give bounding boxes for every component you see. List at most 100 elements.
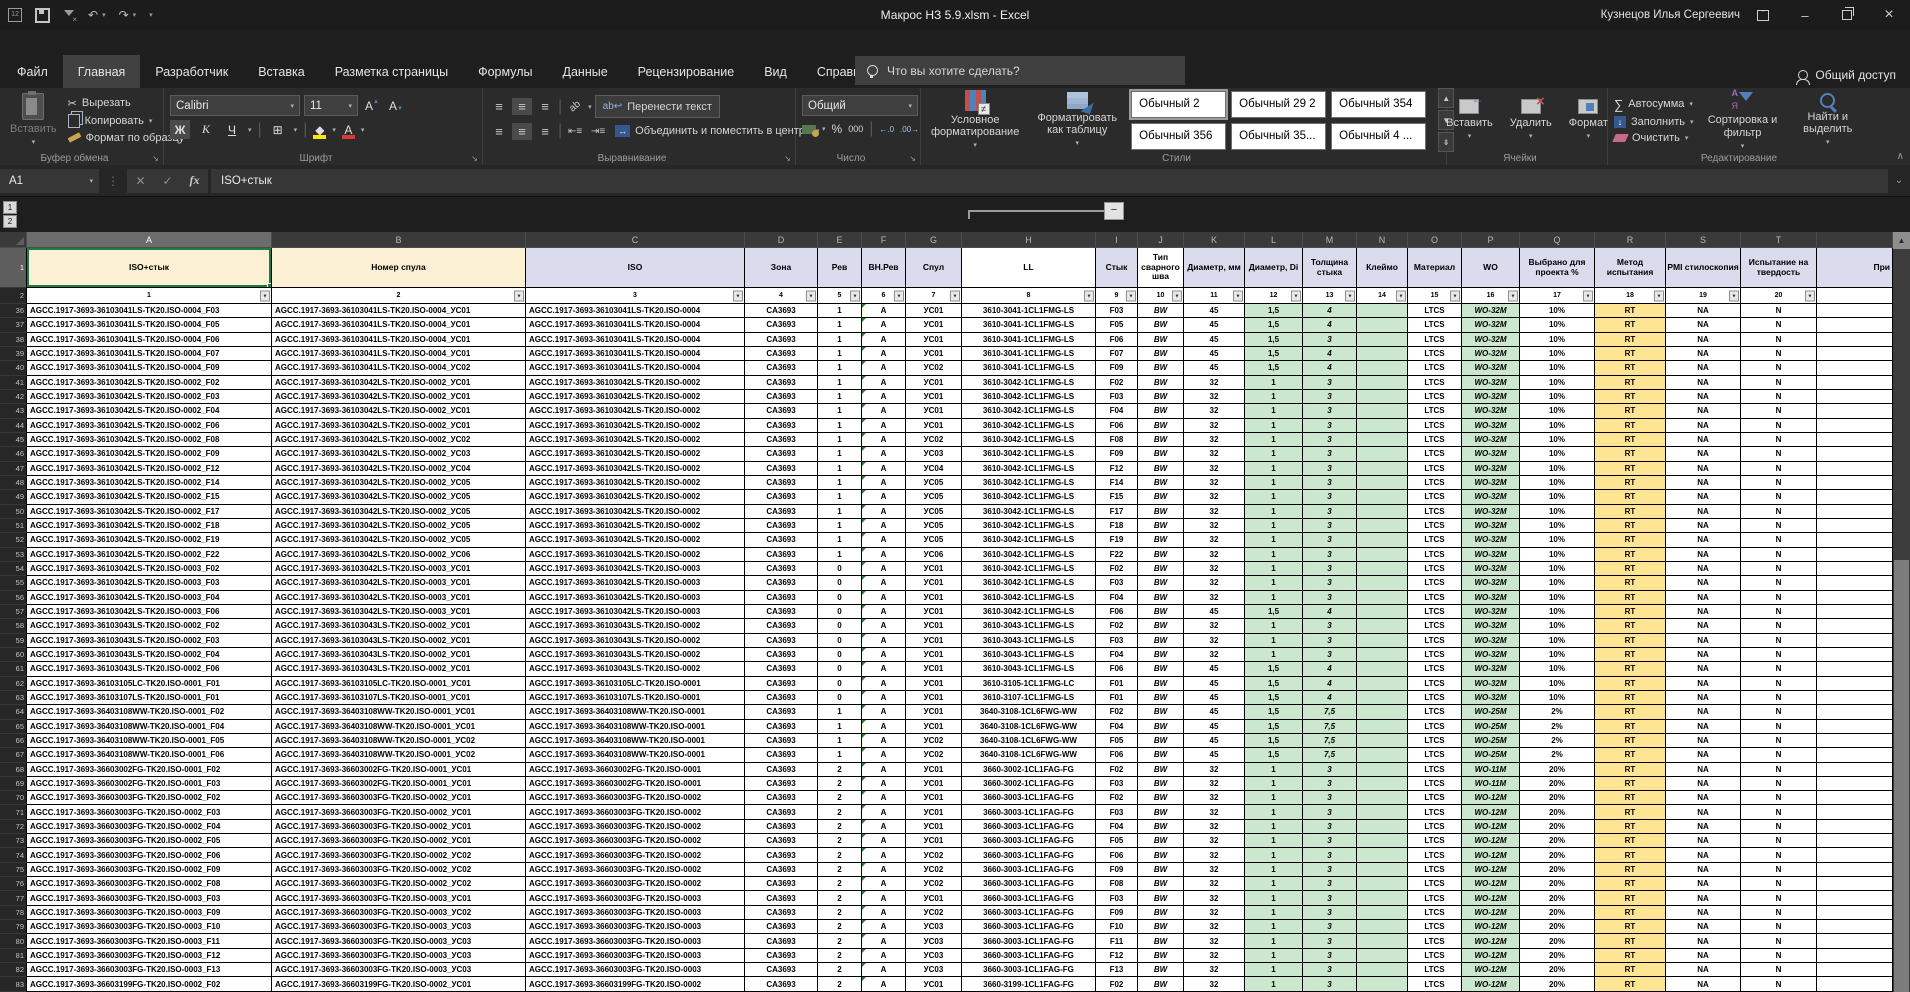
vertical-scrollbar[interactable]: ▲ [1893,232,1910,992]
cell[interactable]: А [862,634,906,648]
cell[interactable]: WO-32M [1462,505,1520,519]
cell[interactable]: N [1741,433,1817,447]
cancel-entry-icon[interactable]: ✕ [127,169,154,193]
cell[interactable]: А [862,548,906,562]
cell[interactable]: AGCC.1917-3693-36603003FG-TK20.ISO-0002 [526,791,745,805]
cell[interactable]: LTCS [1408,591,1462,605]
cell[interactable]: N [1741,934,1817,948]
cell[interactable]: 10% [1520,562,1595,576]
cell[interactable]: 3640-3108-1CL6FWG-WW [962,748,1096,762]
format-as-table-button[interactable]: Форматировать как таблицу▾ [1033,91,1121,149]
cell[interactable]: AGCC.1917-3693-36403108WW-TK20.ISO-0001_… [272,748,526,762]
cell[interactable]: 10% [1520,376,1595,390]
cell[interactable]: 1 [818,705,862,719]
cell[interactable]: F06 [1096,333,1138,347]
cell[interactable]: 1,5 [1245,748,1303,762]
header-cell[interactable]: Клеймо [1357,248,1408,288]
cell[interactable]: NA [1666,848,1741,862]
cell[interactable]: 3610-3042-1CL1FMG-LS [962,404,1096,418]
cell[interactable]: WO-12M [1462,805,1520,819]
borders-icon[interactable]: ⊞ [268,120,288,139]
cell[interactable] [1817,906,1893,920]
cell[interactable]: 1,5 [1245,677,1303,691]
cell[interactable]: 1 [1245,505,1303,519]
column-header-R[interactable]: R [1595,232,1666,248]
cell[interactable]: AGCC.1917-3693-36603003FG-TK20.ISO-0003_… [27,949,272,963]
cell[interactable]: CA3693 [745,720,818,734]
filter-dropdown-icon[interactable]: ▼ [950,290,960,301]
cell[interactable]: AGCC.1917-3693-36103042LS-TK20.ISO-0003_… [27,562,272,576]
cell[interactable]: 7,5 [1303,748,1357,762]
cell[interactable]: 45 [1184,748,1245,762]
cell[interactable]: 32 [1184,562,1245,576]
cell[interactable]: 10% [1520,347,1595,361]
cell[interactable]: AGCC.1917-3693-36603003FG-TK20.ISO-0003_… [27,963,272,977]
cell[interactable]: AGCC.1917-3693-36603003FG-TK20.ISO-0002_… [27,805,272,819]
cell[interactable]: LTCS [1408,906,1462,920]
row-number[interactable]: 77 [0,891,27,905]
cell[interactable]: AGCC.1917-3693-36603199FG-TK20.ISO-0002 [526,977,745,991]
cell[interactable]: WO-12M [1462,863,1520,877]
cell[interactable]: AGCC.1917-3693-36403108WW-TK20.ISO-0001 [526,705,745,719]
cell[interactable]: F04 [1096,404,1138,418]
cell[interactable]: 2% [1520,720,1595,734]
cell[interactable]: WO-32M [1462,591,1520,605]
cell[interactable]: 10% [1520,519,1595,533]
cell[interactable] [1357,977,1408,991]
filter-cell[interactable]: 12▼ [1245,288,1303,304]
cell[interactable]: NA [1666,863,1741,877]
cell[interactable]: 20% [1520,834,1595,848]
cell[interactable]: N [1741,634,1817,648]
cell[interactable]: LTCS [1408,934,1462,948]
cell[interactable]: 32 [1184,576,1245,590]
cell[interactable]: RT [1595,705,1666,719]
align-center-icon[interactable]: ≡ [512,123,532,140]
cell[interactable] [1817,462,1893,476]
cell[interactable]: NA [1666,361,1741,375]
header-cell[interactable]: WO [1462,248,1520,288]
conditional-formatting-button[interactable]: Условное форматирование▾ [927,89,1023,151]
cell[interactable]: WO-25M [1462,748,1520,762]
cell[interactable]: BW [1138,347,1184,361]
row-number[interactable]: 36 [0,304,27,318]
cell[interactable]: УС05 [906,533,962,547]
cell[interactable]: CA3693 [745,591,818,605]
increase-decimal-icon[interactable]: ←.0 [879,125,894,134]
filter-cell[interactable]: 11▼ [1184,288,1245,304]
cell[interactable]: 32 [1184,877,1245,891]
cell[interactable]: RT [1595,634,1666,648]
cell[interactable]: AGCC.1917-3693-36103041LS-TK20.ISO-0004_… [27,333,272,347]
formula-input[interactable]: ISO+стык [211,169,1888,193]
cell[interactable]: УС01 [906,390,962,404]
cell[interactable]: 1 [818,419,862,433]
cell[interactable]: NA [1666,791,1741,805]
cell[interactable]: BW [1138,476,1184,490]
filter-dropdown-icon[interactable]: ▼ [1172,290,1182,301]
cell[interactable]: А [862,591,906,605]
cell[interactable]: AGCC.1917-3693-36103042LS-TK20.ISO-0002_… [272,462,526,476]
cell[interactable]: F02 [1096,376,1138,390]
cell[interactable]: F03 [1096,805,1138,819]
cell[interactable]: 3610-3042-1CL1FMG-LS [962,419,1096,433]
cell[interactable]: УС01 [906,576,962,590]
cell[interactable]: NA [1666,376,1741,390]
filter-dropdown-icon[interactable]: ▼ [1291,290,1301,301]
cell[interactable]: WO-32M [1462,548,1520,562]
cell[interactable]: N [1741,834,1817,848]
cell[interactable]: RT [1595,691,1666,705]
filter-dropdown-icon[interactable]: ▼ [1126,290,1136,301]
cell[interactable]: AGCC.1917-3693-36403108WW-TK20.ISO-0001_… [272,720,526,734]
cell[interactable]: CA3693 [745,777,818,791]
filter-dropdown-icon[interactable]: ▼ [850,290,860,301]
cell[interactable]: CA3693 [745,376,818,390]
cell[interactable]: 10% [1520,648,1595,662]
cell[interactable]: AGCC.1917-3693-36103042LS-TK20.ISO-0003_… [27,591,272,605]
cell[interactable]: N [1741,605,1817,619]
share-button[interactable]: Общий доступ [1798,68,1896,82]
cell[interactable]: 2 [818,934,862,948]
row-number[interactable]: 71 [0,805,27,819]
cell[interactable]: 0 [818,605,862,619]
cell[interactable]: RT [1595,490,1666,504]
cell[interactable]: BW [1138,505,1184,519]
cell[interactable]: 2 [818,763,862,777]
